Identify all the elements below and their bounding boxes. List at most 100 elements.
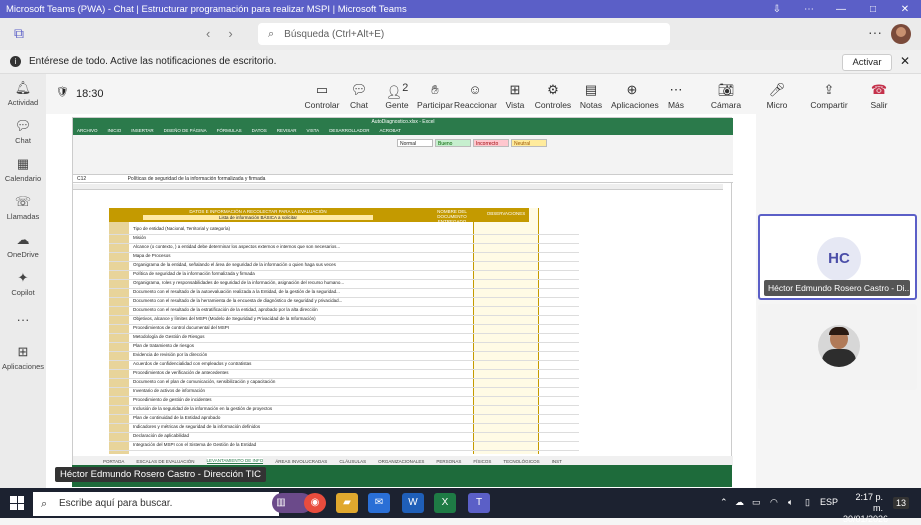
style-neutral[interactable]: Neutral <box>511 139 547 147</box>
formula-bar[interactable]: C12 Políticas de seguridad de la informa… <box>73 175 733 183</box>
table-row[interactable]: Procedimientos de verificación de antece… <box>133 370 433 375</box>
rail-item-actividad[interactable]: 🔔︎ Actividad <box>0 80 46 107</box>
close-notification-icon[interactable]: ✕ <box>900 54 910 68</box>
excel-tab[interactable]: INSERTAR <box>131 128 153 133</box>
chat-button[interactable]: 💬︎ Chat <box>338 82 380 110</box>
excel-tab[interactable]: ACROBAT <box>379 128 400 133</box>
more-button[interactable]: ⋯ Más <box>655 82 697 110</box>
rail-item-chat[interactable]: 💬︎ Chat <box>0 118 46 145</box>
sheet-tab[interactable]: INST <box>552 459 562 464</box>
table-row[interactable]: Política de seguridad de la información … <box>133 271 433 276</box>
sheet-tab-active[interactable]: LEVANTAMIENTO DE INFO <box>206 458 264 464</box>
view-button[interactable]: ⊞ Vista <box>494 82 536 110</box>
rail-item-more[interactable]: ··· <box>0 312 46 327</box>
rail-item-onedrive[interactable]: ☁︎ OneDrive <box>0 232 46 259</box>
notification-badge[interactable]: 13 <box>893 497 910 509</box>
excel-icon[interactable]: X <box>434 493 456 513</box>
spreadsheet-grid[interactable]: DATOS E INFORMACIÓN A RECOLECTAR PARA LA… <box>73 184 723 456</box>
volume-icon[interactable]: 🔈︎ <box>788 497 793 508</box>
nav-arrows-icon[interactable]: ‹› <box>206 26 251 41</box>
excel-tab[interactable]: ARCHIVO <box>77 128 98 133</box>
teams-logo-icon[interactable]: ⧉ <box>14 25 24 42</box>
sheet-tab[interactable]: PERSONAS <box>436 459 461 464</box>
table-row[interactable]: Documento con el resultado de la estrati… <box>133 307 433 312</box>
table-row[interactable]: Metodología de Gestión de Riesgos <box>133 334 433 339</box>
task-view-icon[interactable]: ▥ <box>270 493 292 513</box>
taskbar-search[interactable]: ⌕ Escribe aquí para buscar. <box>33 492 279 516</box>
excel-tab[interactable]: DATOS <box>252 128 267 133</box>
share-button[interactable]: ⇪ Compartir <box>808 82 850 110</box>
controls-button[interactable]: ⚙︎ Controles <box>532 82 574 110</box>
table-row[interactable]: Indicadores y métricas de seguridad de l… <box>133 424 433 429</box>
battery-icon[interactable]: ▯ <box>805 497 810 508</box>
rail-item-aplicaciones[interactable]: ⊞ Aplicaciones <box>0 344 46 371</box>
mic-button[interactable]: 🎤︎ Micro <box>756 82 798 110</box>
taskbar-clock[interactable]: 2:17 p. m. 30/01/2026 <box>843 492 888 525</box>
react-button[interactable]: ☺ Reaccionar <box>454 82 497 110</box>
leave-button[interactable]: ☎ Salir <box>858 82 900 110</box>
table-row[interactable]: Tipo de entidad (Nacional, Territorial y… <box>133 226 433 231</box>
maximize-button[interactable]: □ <box>857 4 889 15</box>
participant-tile[interactable]: HC Héctor Edmundo Rosero Castro - Di... <box>758 214 917 300</box>
network-icon[interactable]: ▭ <box>752 497 761 508</box>
table-row[interactable]: Integración del MSPI con el Sistema de G… <box>133 442 433 447</box>
sheet-tab[interactable]: PORTADA <box>103 459 124 464</box>
rail-item-llamadas[interactable]: ☏ Llamadas <box>0 194 46 221</box>
cloud-tray-icon[interactable]: ☁︎ <box>735 497 744 508</box>
table-row[interactable]: Evidencia de revisión por la dirección <box>133 352 433 357</box>
search-input[interactable]: ⌕ Búsqueda (Ctrl+Alt+E) <box>258 23 670 45</box>
more-icon[interactable]: ⋯ <box>793 4 825 15</box>
sheet-tab[interactable]: ÁREAS INVOLUCRADAS <box>275 459 327 464</box>
table-row[interactable]: Procedimiento de gestión de incidentes <box>133 397 433 402</box>
wifi-icon[interactable]: ◠ <box>770 497 778 508</box>
table-row[interactable]: Procedimientos de control documental del… <box>133 325 433 330</box>
activate-button[interactable]: Activar <box>842 54 892 71</box>
people-button[interactable]: 👤︎2 Gente <box>376 82 418 110</box>
tray-chevron-icon[interactable]: ⌃ <box>720 497 728 508</box>
table-row[interactable]: Documento con el resultado de la autoeva… <box>133 289 433 294</box>
sheet-tab[interactable]: ESCALAS DE EVALUACIÓN <box>136 459 194 464</box>
rail-item-copilot[interactable]: ✦ Copilot <box>0 270 46 297</box>
table-row[interactable]: Organigrama, roles y responsabilidades d… <box>133 280 433 285</box>
mail-icon[interactable]: ✉ <box>368 493 390 513</box>
style-incorrecto[interactable]: Incorrecto <box>473 139 509 147</box>
table-row[interactable]: Organigrama de la entidad, señalando el … <box>133 262 433 267</box>
sheet-tab[interactable]: FÍSICOS <box>473 459 491 464</box>
pin-icon[interactable]: ⇩ <box>761 4 793 15</box>
table-row[interactable]: Objetivos, alcance y límites del MSPI (M… <box>133 316 433 321</box>
excel-tab[interactable]: DESARROLLADOR <box>329 128 369 133</box>
table-row[interactable]: Documento con el resultado de la herrami… <box>133 298 433 303</box>
self-video-tile[interactable] <box>758 304 917 390</box>
control-button[interactable]: ▭ Controlar <box>301 82 343 110</box>
style-normal[interactable]: Normal <box>397 139 433 147</box>
table-row[interactable]: Acuerdos de confidencialidad con emplead… <box>133 361 433 366</box>
excel-tab[interactable]: VISTA <box>307 128 320 133</box>
apps-button[interactable]: ⊕ Aplicaciones <box>611 82 659 110</box>
sheet-tab[interactable]: TECNOLÓGICOS <box>503 459 539 464</box>
chrome-icon[interactable]: ◉ <box>304 493 326 513</box>
excel-tab[interactable]: INICIO <box>108 128 122 133</box>
windows-start-icon[interactable] <box>10 496 24 510</box>
file-explorer-icon[interactable]: ▰ <box>336 493 358 513</box>
user-avatar[interactable] <box>891 24 911 44</box>
excel-tab[interactable]: FÓRMULAS <box>217 128 242 133</box>
word-icon[interactable]: W <box>402 493 424 513</box>
language-indicator[interactable]: ESP <box>820 497 838 507</box>
minimize-button[interactable]: — <box>825 4 857 15</box>
table-row[interactable]: Inclusión de la seguridad de la informac… <box>133 406 433 411</box>
sheet-tab[interactable]: ORGANIZACIONALES <box>378 459 424 464</box>
excel-tab[interactable]: DISEÑO DE PÁGINA <box>164 128 207 133</box>
table-row[interactable]: Documento con el plan de comunicación, s… <box>133 379 433 384</box>
table-row[interactable]: Plan de tratamiento de riesgos <box>133 343 433 348</box>
settings-more-button[interactable]: ··· <box>868 24 882 40</box>
rail-item-calendario[interactable]: ▦ Calendario <box>0 156 46 183</box>
table-row[interactable]: Alcance (o contexto, ) a entidad debe de… <box>133 244 433 249</box>
notes-button[interactable]: ▤ Notas <box>570 82 612 110</box>
table-row[interactable]: Inventario de activos de información <box>133 388 433 393</box>
sheet-tab[interactable]: CLÁUSULAS <box>339 459 366 464</box>
teams-icon[interactable]: T <box>468 493 490 513</box>
raise-hand-button[interactable]: ✋︎ Participar <box>414 82 456 110</box>
camera-button[interactable]: 📷︎ Cámara <box>705 82 747 110</box>
table-row[interactable]: Misión <box>133 235 433 240</box>
table-row[interactable]: Mapa de Procesos <box>133 253 433 258</box>
